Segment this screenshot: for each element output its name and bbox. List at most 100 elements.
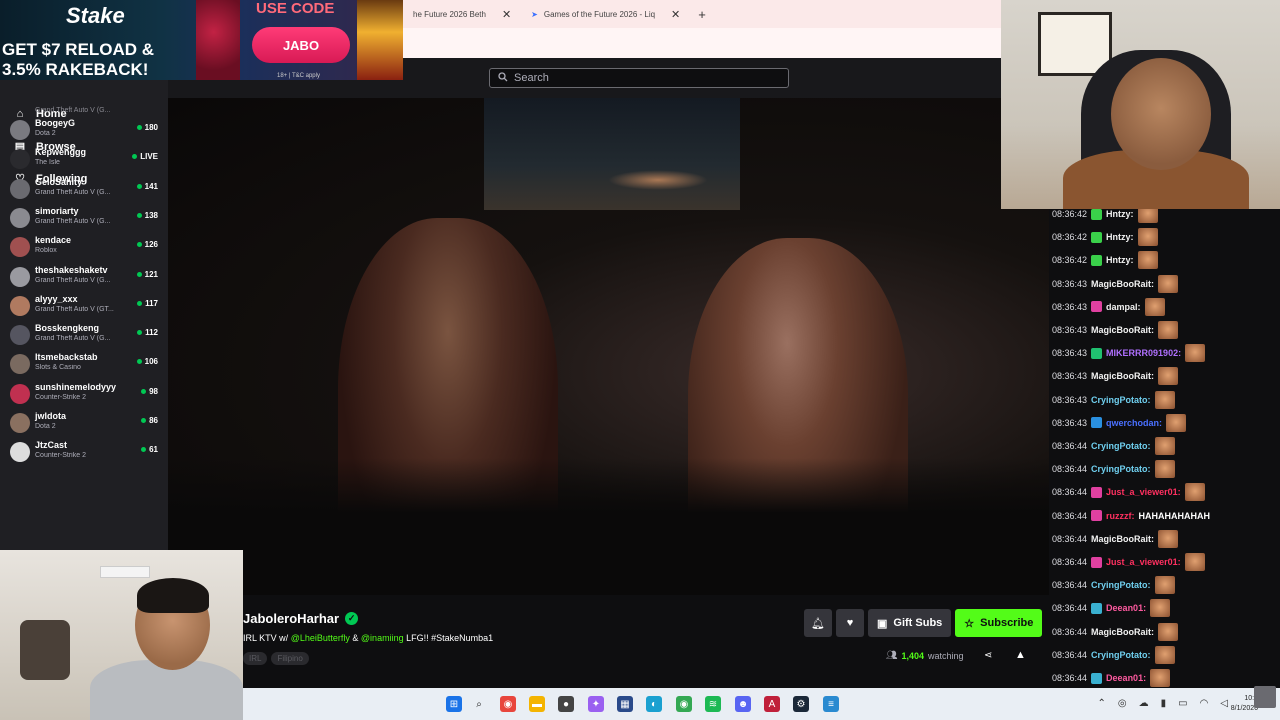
chat-username[interactable]: CryingPotato: bbox=[1091, 441, 1151, 451]
chat-username[interactable]: Just_a_viewer01: bbox=[1106, 557, 1181, 567]
mention-link[interactable]: @LheiButterfly bbox=[291, 633, 350, 643]
address-bar[interactable] bbox=[403, 28, 1001, 58]
copilot-icon[interactable]: ✦ bbox=[588, 696, 604, 712]
sidebar-channel-item[interactable]: sunshinemelodyyy Counter-Strike 2 98 bbox=[0, 379, 168, 408]
channel-viewer-count: 180 bbox=[144, 123, 158, 132]
rear-window-view bbox=[484, 98, 740, 210]
steam-icon[interactable]: ⚙ bbox=[793, 696, 809, 712]
notepad-icon[interactable]: ≡ bbox=[823, 696, 839, 712]
search-input[interactable]: Search bbox=[489, 68, 789, 88]
wifi-icon[interactable]: ◠ bbox=[1200, 698, 1209, 709]
discord-icon[interactable]: ☻ bbox=[735, 696, 751, 712]
file-explorer-icon[interactable]: ▬ bbox=[529, 696, 545, 712]
chat-username[interactable]: CryingPotato: bbox=[1091, 464, 1151, 474]
sidebar-channel-item[interactable]: Bosskengkeng Grand Theft Auto V (G... 112 bbox=[0, 320, 168, 349]
chat-username[interactable]: ruzzzf: bbox=[1106, 511, 1135, 521]
edge-icon[interactable]: ◐ bbox=[646, 696, 662, 712]
notification-thumbnail[interactable] bbox=[1254, 686, 1276, 708]
live-dot-icon bbox=[141, 388, 147, 394]
chat-username[interactable]: CryingPotato: bbox=[1091, 650, 1151, 660]
network-icon[interactable]: ◎ bbox=[1118, 698, 1127, 709]
chat-username[interactable]: MagicBooRait: bbox=[1091, 325, 1154, 335]
new-tab-button[interactable]: + bbox=[690, 7, 714, 22]
emote-icon bbox=[1154, 576, 1175, 595]
chrome-icon[interactable]: ◉ bbox=[676, 696, 692, 712]
mention-link[interactable]: @inamiing bbox=[361, 633, 404, 643]
avatar bbox=[10, 383, 30, 404]
volume-icon[interactable]: ◁ bbox=[1220, 698, 1228, 709]
search-icon[interactable]: ⌕ bbox=[471, 696, 487, 712]
streamer-face bbox=[1111, 58, 1211, 170]
channel-name: Itsmebackstab bbox=[35, 352, 98, 363]
channel-viewers: 86 bbox=[141, 416, 158, 425]
channel-game: Grand Theft Auto V (G... bbox=[35, 335, 111, 343]
chat-message: 08:36:44 CryingPotato: bbox=[1052, 575, 1175, 595]
channel-game: Grand Theft Auto V (GT... bbox=[35, 305, 114, 313]
sidebar-channel-item[interactable]: jwldota Dota 2 86 bbox=[0, 408, 168, 437]
chat-username[interactable]: Just_a_viewer01: bbox=[1106, 487, 1181, 497]
chevron-up-icon[interactable]: ⌃ bbox=[1097, 698, 1105, 709]
sidebar-channel-item[interactable]: GeloSanity Grand Theft Auto V (G... 141 bbox=[0, 174, 168, 203]
chat-username[interactable]: Hntzy: bbox=[1106, 255, 1134, 265]
chat-username[interactable]: MagicBooRait: bbox=[1091, 534, 1154, 544]
browser-tab[interactable]: ➤ Games of the Future 2026 - Liq ✕ bbox=[521, 0, 690, 28]
chat-username[interactable]: CryingPotato: bbox=[1091, 395, 1151, 405]
video-player[interactable] bbox=[168, 98, 1049, 595]
tag-filipino[interactable]: Filipino bbox=[271, 652, 309, 665]
report-warning-icon[interactable]: ▲ bbox=[1015, 649, 1026, 661]
chat-username[interactable]: dampal: bbox=[1106, 302, 1141, 312]
chat-message: 08:36:43 MIKERRR091902: bbox=[1052, 343, 1206, 363]
sidebar-channel-item[interactable]: theshakeshaketv Grand Theft Auto V (G... 1… bbox=[0, 262, 168, 291]
chat-username[interactable]: MagicBooRait: bbox=[1091, 627, 1154, 637]
chat-timestamp: 08:36:44 bbox=[1052, 487, 1088, 498]
sub-badge-icon bbox=[1091, 209, 1103, 220]
close-icon[interactable]: ✕ bbox=[502, 8, 511, 21]
ad-code-button[interactable]: JABO bbox=[252, 27, 350, 63]
browser-tab[interactable]: he Future 2026 Beth ✕ bbox=[403, 0, 521, 28]
sidebar-channel-item[interactable]: simoriarty Grand Theft Auto V (G... 138 bbox=[0, 203, 168, 232]
chat-username[interactable]: Hntzy: bbox=[1106, 232, 1134, 242]
subscribe-button[interactable]: ☆ Subscribe bbox=[955, 609, 1043, 637]
browser-tab-label: he Future 2026 Beth bbox=[413, 9, 486, 19]
acrobat-icon[interactable]: A bbox=[764, 696, 780, 712]
channel-game: Roblox bbox=[35, 247, 57, 255]
notification-bell-button[interactable]: 🔔︎ bbox=[804, 609, 832, 637]
sidebar-channel-item[interactable]: kendace Roblox 126 bbox=[0, 232, 168, 261]
ad-banner[interactable]: Stake GET $7 RELOAD & 3.5% RAKEBACK! USE… bbox=[0, 0, 403, 80]
tag-irl[interactable]: IRL bbox=[243, 652, 268, 665]
chat-message: 08:36:44 Deean01: bbox=[1052, 668, 1171, 688]
close-icon[interactable]: ✕ bbox=[671, 8, 680, 21]
windows-start-icon[interactable]: ⊞ bbox=[446, 696, 462, 712]
chat-username[interactable]: CryingPotato: bbox=[1091, 580, 1151, 590]
sidebar-channel-item[interactable]: BoogeyG Dota 2 180 bbox=[0, 115, 168, 144]
sidebar-channel-item[interactable]: JtzCast Counter-Strike 2 61 bbox=[0, 437, 168, 466]
share-icon[interactable]: ⋖ bbox=[984, 650, 992, 661]
app-icon[interactable]: ● bbox=[558, 696, 574, 712]
sidebar-channel-item[interactable]: Kepwenggg The Isle LIVE bbox=[0, 144, 168, 173]
streamer-name[interactable]: JaboleroHarhar ✓ bbox=[243, 611, 359, 626]
chat-panel: 08:36:42 Hntzy: 08:36:42 Hntzy: 08:36:42 Hntz… bbox=[1049, 209, 1280, 688]
chat-username[interactable]: Deean01: bbox=[1106, 673, 1146, 683]
calculator-icon[interactable]: ▦ bbox=[617, 696, 633, 712]
spotify-icon[interactable]: ≋ bbox=[705, 696, 721, 712]
ad-headline-line: 3.5% RAKEBACK! bbox=[2, 60, 149, 79]
chat-username[interactable]: Deean01: bbox=[1106, 603, 1146, 613]
chat-username[interactable]: MIKERRR091902: bbox=[1106, 348, 1181, 358]
chat-username[interactable]: qwerchodan: bbox=[1106, 418, 1162, 428]
follow-button[interactable]: ♥ bbox=[836, 609, 864, 637]
mic-icon[interactable]: ▮ bbox=[1161, 698, 1167, 709]
viewers-icon: 👥︎ bbox=[886, 650, 898, 660]
display-icon[interactable]: ▭ bbox=[1178, 698, 1187, 709]
chat-username[interactable]: MagicBooRait: bbox=[1091, 279, 1154, 289]
live-dot-icon bbox=[136, 271, 142, 277]
sidebar-channel-item[interactable]: Itsmebackstab Slots & Casino 106 bbox=[0, 349, 168, 378]
emote-icon bbox=[1158, 367, 1179, 386]
cloud-icon[interactable]: ☁ bbox=[1139, 698, 1149, 709]
chrome-icon[interactable]: ◉ bbox=[500, 696, 516, 712]
gift-subs-button[interactable]: ▣ Gift Subs bbox=[868, 609, 952, 637]
sidebar-channel-item[interactable]: alyyy_xxx Grand Theft Auto V (GT... 117 bbox=[0, 291, 168, 320]
chat-message: 08:36:44 CryingPotato: bbox=[1052, 645, 1175, 665]
chat-timestamp: 08:36:43 bbox=[1052, 348, 1088, 359]
chat-username[interactable]: MagicBooRait: bbox=[1091, 371, 1154, 381]
chat-username[interactable]: Hntzy: bbox=[1106, 209, 1134, 219]
